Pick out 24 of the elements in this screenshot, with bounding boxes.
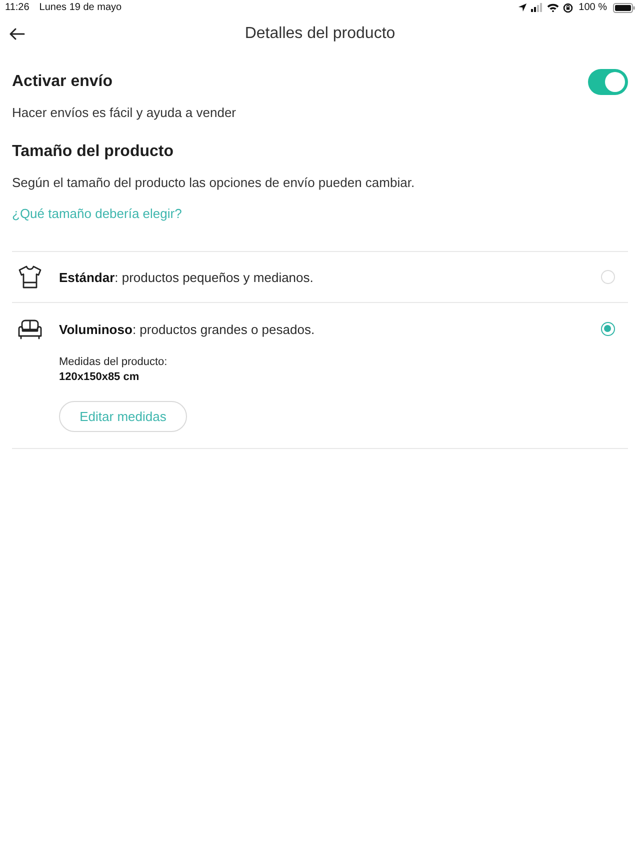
location-arrow-icon bbox=[518, 3, 527, 12]
size-help-link[interactable]: ¿Qué tamaño debería elegir? bbox=[12, 205, 182, 223]
back-arrow-icon[interactable] bbox=[9, 28, 25, 40]
size-title: Tamaño del producto bbox=[12, 142, 174, 162]
dimensions-value: 120x150x85 cm bbox=[59, 370, 140, 385]
edit-dimensions-button[interactable]: Editar medidas bbox=[59, 401, 187, 432]
size-option-label: Estándar: productos pequeños y medianos. bbox=[59, 270, 314, 284]
status-date: Lunes 19 de mayo bbox=[39, 2, 122, 13]
status-time: 11:26 bbox=[5, 2, 30, 13]
radio-button[interactable] bbox=[601, 322, 615, 336]
sofa-icon bbox=[18, 317, 42, 341]
size-option-label: Voluminoso: productos grandes o pesados. bbox=[59, 322, 316, 336]
size-description: Según el tamaño del producto las opciones de envío pueden cambiar. bbox=[12, 174, 416, 192]
battery-icon bbox=[613, 2, 635, 12]
battery-percent: 100 % bbox=[578, 2, 607, 13]
signal-icon bbox=[530, 3, 543, 12]
t-shirt-icon bbox=[18, 265, 42, 289]
wifi-icon bbox=[546, 3, 559, 12]
shipping-toggle[interactable] bbox=[588, 69, 628, 95]
shipping-description: Hacer envíos es fácil y ayuda a vender bbox=[12, 104, 238, 122]
shipping-title: Activar envío bbox=[12, 72, 112, 92]
orientation-lock-icon bbox=[562, 2, 573, 12]
dimensions-label: Medidas del producto: bbox=[59, 355, 168, 370]
page-title: Detalles del producto bbox=[244, 25, 396, 43]
